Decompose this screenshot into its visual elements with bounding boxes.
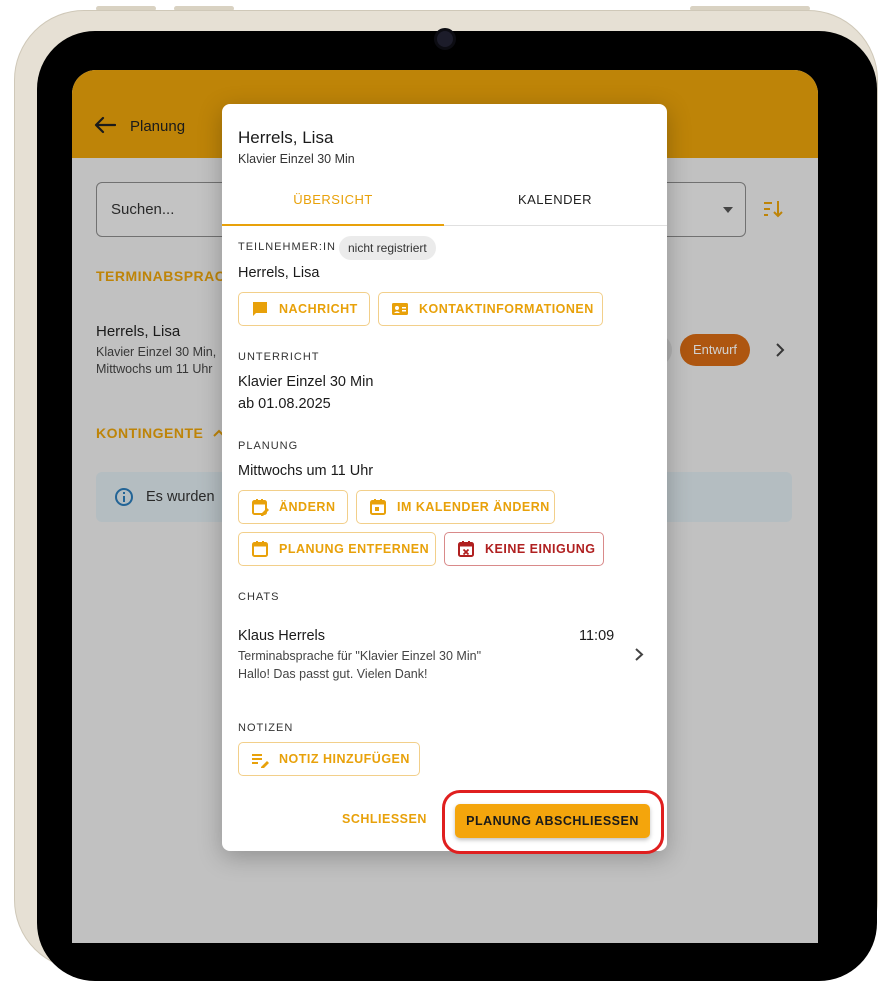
lesson-start-date: ab 01.08.2025 <box>238 396 331 412</box>
participant-label: TEILNEHMER:IN <box>238 241 336 253</box>
no-agreement-button[interactable]: KEINE EINIGUNG <box>444 532 604 566</box>
calendar-change-button[interactable]: IM KALENDER ÄNDERN <box>356 490 555 524</box>
tab-kalender[interactable]: KALENDER <box>444 184 666 226</box>
no-agreement-button-label: KEINE EINIGUNG <box>485 542 596 556</box>
chat-subject: Terminabsprache für "Klavier Einzel 30 M… <box>238 649 482 663</box>
contact-info-button-label: KONTAKTINFORMATIONEN <box>419 302 594 316</box>
planning-text: Mittwochs um 11 Uhr <box>238 463 374 479</box>
notes-label: NOTIZEN <box>238 722 294 734</box>
remove-planning-button[interactable]: PLANUNG ENTFERNEN <box>238 532 436 566</box>
change-button[interactable]: ÄNDERN <box>238 490 348 524</box>
chat-contact-name[interactable]: Klaus Herrels <box>238 628 325 644</box>
calendar-blank-icon <box>252 541 268 557</box>
close-button[interactable]: SCHLIESSEN <box>342 812 427 826</box>
edit-note-icon <box>252 754 269 768</box>
message-button[interactable]: NACHRICHT <box>238 292 370 326</box>
lesson-label: UNTERRICHT <box>238 351 320 363</box>
add-note-button-label: NOTIZ HINZUFÜGEN <box>279 752 410 766</box>
remove-planning-button-label: PLANUNG ENTFERNEN <box>279 542 430 556</box>
add-note-button[interactable]: NOTIZ HINZUFÜGEN <box>238 742 420 776</box>
planning-dialog: Herrels, Lisa Klavier Einzel 30 Min ÜBER… <box>222 104 667 851</box>
dialog-title: Herrels, Lisa <box>238 128 334 147</box>
contact-info-button[interactable]: KONTAKTINFORMATIONEN <box>378 292 603 326</box>
front-camera <box>434 28 456 50</box>
tab-uebersicht[interactable]: ÜBERSICHT <box>222 184 444 226</box>
chat-last-message: Hallo! Das passt gut. Vielen Dank! <box>238 667 428 681</box>
calendar-edit-icon <box>252 499 269 516</box>
dialog-subtitle: Klavier Einzel 30 Min <box>238 152 355 166</box>
contact-card-icon <box>392 303 408 315</box>
chats-label: CHATS <box>238 591 280 603</box>
planning-label: PLANUNG <box>238 440 299 452</box>
chevron-right-icon[interactable] <box>634 647 644 662</box>
highlight-outline <box>442 790 664 854</box>
calendar-remove-icon <box>458 541 474 557</box>
dialog-tabs: ÜBERSICHT KALENDER <box>222 184 667 226</box>
calendar-change-button-label: IM KALENDER ÄNDERN <box>397 500 550 514</box>
calendar-icon <box>370 499 386 515</box>
chat-timestamp: 11:09 <box>579 628 615 644</box>
registration-chip: nicht registriert <box>339 236 436 260</box>
participant-name: Herrels, Lisa <box>238 265 320 281</box>
message-button-label: NACHRICHT <box>279 302 358 316</box>
lesson-name: Klavier Einzel 30 Min <box>238 374 374 390</box>
message-icon <box>253 302 267 316</box>
change-button-label: ÄNDERN <box>279 500 336 514</box>
